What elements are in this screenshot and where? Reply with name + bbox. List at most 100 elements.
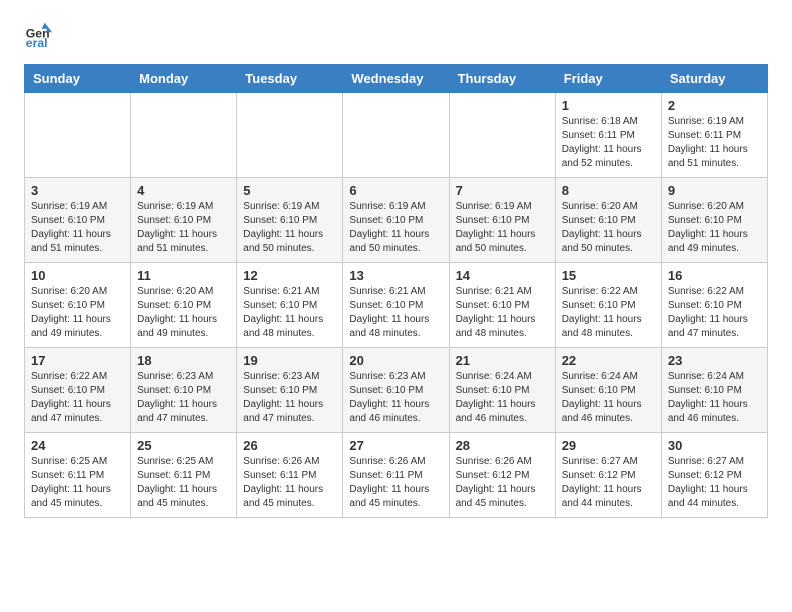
day-number: 19 (243, 353, 336, 368)
day-info: Sunrise: 6:26 AM Sunset: 6:11 PM Dayligh… (243, 455, 336, 511)
day-number: 12 (243, 268, 336, 283)
day-info: Sunrise: 6:25 AM Sunset: 6:11 PM Dayligh… (31, 455, 124, 511)
day-info: Sunrise: 6:21 AM Sunset: 6:10 PM Dayligh… (456, 285, 549, 341)
day-number: 5 (243, 183, 336, 198)
day-number: 25 (137, 438, 230, 453)
day-info: Sunrise: 6:22 AM Sunset: 6:10 PM Dayligh… (562, 285, 655, 341)
page: Gen eral SundayMondayTuesdayWednesdayThu… (0, 0, 792, 534)
day-cell-20: 20 Sunrise: 6:23 AM Sunset: 6:10 PM Dayli… (343, 348, 449, 433)
day-info: Sunrise: 6:24 AM Sunset: 6:10 PM Dayligh… (456, 370, 549, 426)
day-info: Sunrise: 6:27 AM Sunset: 6:12 PM Dayligh… (668, 455, 761, 511)
logo: Gen eral (24, 20, 56, 48)
day-info: Sunrise: 6:22 AM Sunset: 6:10 PM Dayligh… (668, 285, 761, 341)
day-info: Sunrise: 6:19 AM Sunset: 6:10 PM Dayligh… (349, 200, 442, 256)
day-cell-22: 22Sunrise: 6:24 AM Sunset: 6:10 PM Dayli… (555, 348, 661, 433)
day-info: Sunrise: 6:22 AM Sunset: 6:10 PM Dayligh… (31, 370, 124, 426)
day-info: Sunrise: 6:26 AM Sunset: 6:12 PM Dayligh… (456, 455, 549, 511)
day-info: Sunrise: 6:21 AM Sunset: 6:10 PM Dayligh… (243, 285, 336, 341)
day-info: Sunrise: 6:19 AM Sunset: 6:11 PM Dayligh… (668, 115, 761, 171)
day-cell-8: 8 Sunrise: 6:20 AM Sunset: 6:10 PM Daylig… (555, 178, 661, 263)
weekday-header-saturday: Saturday (661, 65, 767, 93)
day-number: 10 (31, 268, 124, 283)
day-number: 3 (31, 183, 124, 198)
weekday-header-wednesday: Wednesday (343, 65, 449, 93)
empty-cell (131, 93, 237, 178)
day-cell-28: 28 Sunrise: 6:26 AM Sunset: 6:12 PM Dayli… (449, 433, 555, 518)
calendar-body: 1Sunrise: 6:18 AM Sunset: 6:11 PM Daylig… (25, 93, 768, 518)
day-cell-11: 11 Sunrise: 6:20 AM Sunset: 6:10 PM Dayli… (131, 263, 237, 348)
day-info: Sunrise: 6:20 AM Sunset: 6:10 PM Dayligh… (668, 200, 761, 256)
day-number: 13 (349, 268, 442, 283)
day-number: 16 (668, 268, 761, 283)
day-cell-7: 7Sunrise: 6:19 AM Sunset: 6:10 PM Daylig… (449, 178, 555, 263)
day-number: 9 (668, 183, 761, 198)
week-row-4: 17 Sunrise: 6:22 AM Sunset: 6:10 PM Dayli… (25, 348, 768, 433)
day-number: 8 (562, 183, 655, 198)
day-number: 20 (349, 353, 442, 368)
calendar: SundayMondayTuesdayWednesdayThursdayFrid… (24, 64, 768, 518)
calendar-header: SundayMondayTuesdayWednesdayThursdayFrid… (25, 65, 768, 93)
day-info: Sunrise: 6:21 AM Sunset: 6:10 PM Dayligh… (349, 285, 442, 341)
day-info: Sunrise: 6:20 AM Sunset: 6:10 PM Dayligh… (562, 200, 655, 256)
day-cell-25: 25 Sunrise: 6:25 AM Sunset: 6:11 PM Dayli… (131, 433, 237, 518)
day-cell-6: 6 Sunrise: 6:19 AM Sunset: 6:10 PM Daylig… (343, 178, 449, 263)
empty-cell (343, 93, 449, 178)
week-row-3: 10 Sunrise: 6:20 AM Sunset: 6:10 PM Dayli… (25, 263, 768, 348)
day-info: Sunrise: 6:19 AM Sunset: 6:10 PM Dayligh… (137, 200, 230, 256)
weekday-header-thursday: Thursday (449, 65, 555, 93)
day-info: Sunrise: 6:23 AM Sunset: 6:10 PM Dayligh… (243, 370, 336, 426)
day-number: 6 (349, 183, 442, 198)
day-cell-18: 18 Sunrise: 6:23 AM Sunset: 6:10 PM Dayli… (131, 348, 237, 433)
logo-icon: Gen eral (24, 20, 52, 48)
day-cell-13: 13 Sunrise: 6:21 AM Sunset: 6:10 PM Dayli… (343, 263, 449, 348)
day-info: Sunrise: 6:23 AM Sunset: 6:10 PM Dayligh… (137, 370, 230, 426)
day-number: 18 (137, 353, 230, 368)
day-info: Sunrise: 6:19 AM Sunset: 6:10 PM Dayligh… (456, 200, 549, 256)
day-info: Sunrise: 6:19 AM Sunset: 6:10 PM Dayligh… (243, 200, 336, 256)
day-cell-30: 30 Sunrise: 6:27 AM Sunset: 6:12 PM Dayli… (661, 433, 767, 518)
day-info: Sunrise: 6:26 AM Sunset: 6:11 PM Dayligh… (349, 455, 442, 511)
day-info: Sunrise: 6:25 AM Sunset: 6:11 PM Dayligh… (137, 455, 230, 511)
day-cell-9: 9 Sunrise: 6:20 AM Sunset: 6:10 PM Daylig… (661, 178, 767, 263)
day-cell-23: 23Sunrise: 6:24 AM Sunset: 6:10 PM Dayli… (661, 348, 767, 433)
week-row-1: 1Sunrise: 6:18 AM Sunset: 6:11 PM Daylig… (25, 93, 768, 178)
weekday-header-monday: Monday (131, 65, 237, 93)
day-info: Sunrise: 6:19 AM Sunset: 6:10 PM Dayligh… (31, 200, 124, 256)
day-cell-3: 3 Sunrise: 6:19 AM Sunset: 6:10 PM Daylig… (25, 178, 131, 263)
day-cell-4: 4 Sunrise: 6:19 AM Sunset: 6:10 PM Daylig… (131, 178, 237, 263)
day-number: 17 (31, 353, 124, 368)
weekday-header-sunday: Sunday (25, 65, 131, 93)
day-number: 11 (137, 268, 230, 283)
day-cell-10: 10Sunrise: 6:20 AM Sunset: 6:10 PM Dayli… (25, 263, 131, 348)
day-cell-15: 15Sunrise: 6:22 AM Sunset: 6:10 PM Dayli… (555, 263, 661, 348)
day-cell-21: 21Sunrise: 6:24 AM Sunset: 6:10 PM Dayli… (449, 348, 555, 433)
day-cell-19: 19 Sunrise: 6:23 AM Sunset: 6:10 PM Dayli… (237, 348, 343, 433)
empty-cell (25, 93, 131, 178)
day-info: Sunrise: 6:24 AM Sunset: 6:10 PM Dayligh… (668, 370, 761, 426)
day-cell-26: 26Sunrise: 6:26 AM Sunset: 6:11 PM Dayli… (237, 433, 343, 518)
day-number: 2 (668, 98, 761, 113)
week-row-2: 3 Sunrise: 6:19 AM Sunset: 6:10 PM Daylig… (25, 178, 768, 263)
day-info: Sunrise: 6:20 AM Sunset: 6:10 PM Dayligh… (137, 285, 230, 341)
day-cell-29: 29Sunrise: 6:27 AM Sunset: 6:12 PM Dayli… (555, 433, 661, 518)
day-number: 1 (562, 98, 655, 113)
day-cell-1: 1Sunrise: 6:18 AM Sunset: 6:11 PM Daylig… (555, 93, 661, 178)
day-number: 22 (562, 353, 655, 368)
day-info: Sunrise: 6:23 AM Sunset: 6:10 PM Dayligh… (349, 370, 442, 426)
day-cell-17: 17 Sunrise: 6:22 AM Sunset: 6:10 PM Dayli… (25, 348, 131, 433)
weekday-row: SundayMondayTuesdayWednesdayThursdayFrid… (25, 65, 768, 93)
empty-cell (449, 93, 555, 178)
day-number: 30 (668, 438, 761, 453)
day-info: Sunrise: 6:27 AM Sunset: 6:12 PM Dayligh… (562, 455, 655, 511)
day-cell-2: 2 Sunrise: 6:19 AM Sunset: 6:11 PM Daylig… (661, 93, 767, 178)
day-number: 4 (137, 183, 230, 198)
svg-text:eral: eral (26, 36, 48, 48)
day-cell-5: 5 Sunrise: 6:19 AM Sunset: 6:10 PM Daylig… (237, 178, 343, 263)
day-cell-24: 24 Sunrise: 6:25 AM Sunset: 6:11 PM Dayli… (25, 433, 131, 518)
day-number: 14 (456, 268, 549, 283)
day-number: 28 (456, 438, 549, 453)
day-number: 24 (31, 438, 124, 453)
weekday-header-friday: Friday (555, 65, 661, 93)
empty-cell (237, 93, 343, 178)
day-number: 27 (349, 438, 442, 453)
